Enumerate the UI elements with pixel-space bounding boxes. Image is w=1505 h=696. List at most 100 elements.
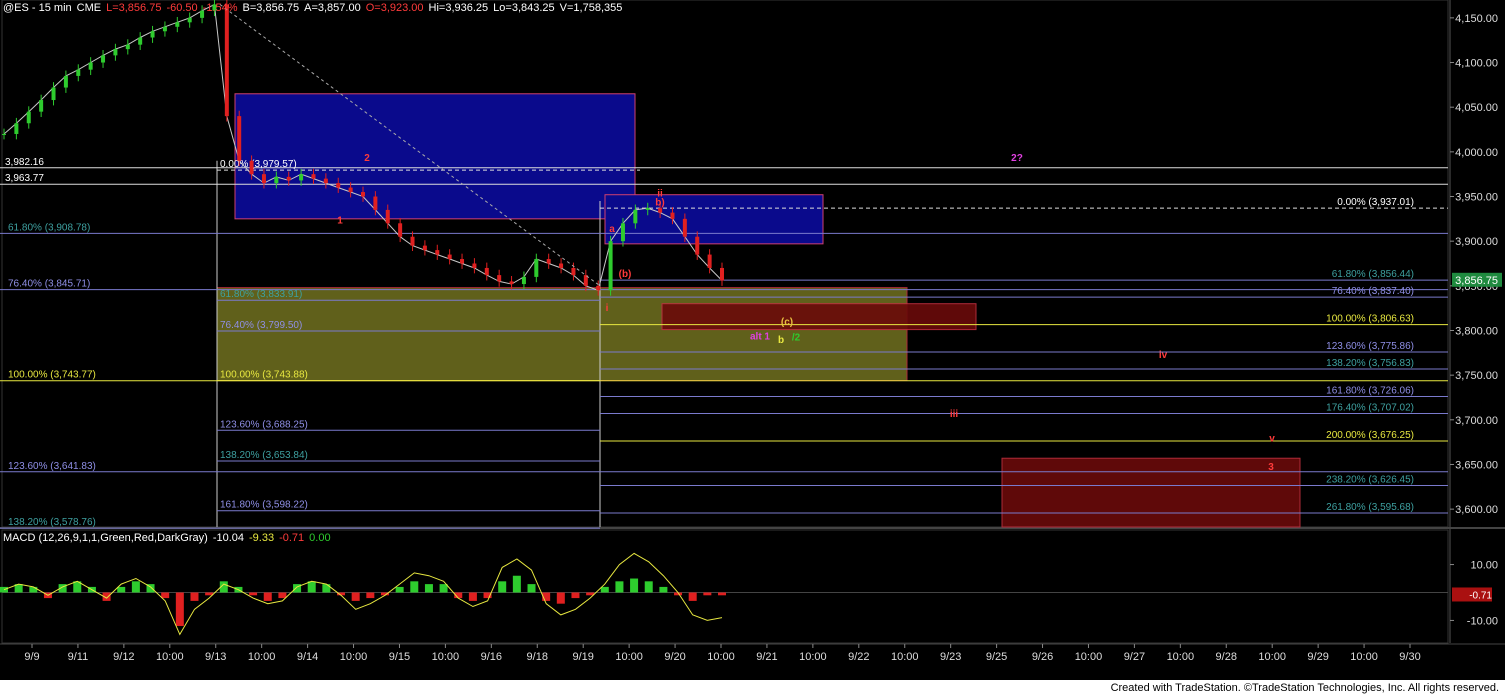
wave-label: /2 <box>792 332 801 343</box>
macd-histogram-bar <box>630 578 639 593</box>
time-tick-label: 9/18 <box>527 651 548 663</box>
time-tick-label: 10:00 <box>1167 651 1195 663</box>
macd-tick-label: 10.00 <box>1470 560 1498 572</box>
quote-header: @ES - 15 min CME L=3,856.75 -60.50 -1.54% B=3… <box>3 2 627 14</box>
macd-header: MACD (12,26,9,1,1,Green,Red,DarkGray) -10… <box>3 532 336 544</box>
price-candle-body <box>361 192 365 197</box>
fib-level-label: 238.20% (3,626.45) <box>1326 475 1414 486</box>
price-candle-body <box>695 236 700 255</box>
time-tick-label: 9/27 <box>1124 651 1145 663</box>
macd-histogram-bar <box>117 586 126 593</box>
price-candle-body <box>274 176 279 184</box>
fib-level-label: 138.20% (3,653.84) <box>220 450 308 461</box>
price-candle-body <box>323 178 328 184</box>
price-candle-body <box>633 209 638 224</box>
price-candle-body <box>645 208 650 210</box>
fib-level-label: 100.00% (3,806.63) <box>1326 314 1414 325</box>
price-candle-body <box>311 174 316 179</box>
macd-value-2: -9.33 <box>249 532 275 544</box>
wave-label: alt 1 <box>750 331 770 342</box>
price-candle-body <box>113 49 118 56</box>
wave-label: 2? <box>1011 153 1023 164</box>
time-tick-label: 10:00 <box>615 651 643 663</box>
macd-line <box>3 552 723 636</box>
fib-level-label: 61.80% (3,833.91) <box>220 289 302 300</box>
price-candle-body <box>336 183 341 188</box>
macd-histogram-bar <box>718 592 726 596</box>
macd-tick-label: -10.00 <box>1467 615 1498 627</box>
fib-level-label: 123.60% (3,775.86) <box>1326 341 1414 352</box>
time-tick-label: 9/29 <box>1307 651 1328 663</box>
macd-histogram-bar <box>410 581 419 593</box>
price-tick-label: 3,600.00 <box>1455 504 1498 516</box>
time-tick-label: 9/25 <box>986 651 1007 663</box>
price-candle-body <box>422 245 427 251</box>
price-tick-label: 4,100.00 <box>1455 58 1498 70</box>
macd-histogram-bar <box>439 584 448 593</box>
macd-histogram-bar <box>600 586 609 593</box>
price-candle-body <box>720 267 724 281</box>
macd-histogram-bar <box>703 592 712 596</box>
price-tick-label: 3,700.00 <box>1455 415 1498 427</box>
price-candle-body <box>14 123 19 134</box>
time-tick-label: 9/14 <box>297 651 318 663</box>
time-tick-label: 10:00 <box>707 651 735 663</box>
price-candle-body <box>76 69 81 76</box>
macd-histogram-bar <box>175 592 184 627</box>
time-tick-label: 9/15 <box>389 651 410 663</box>
wave-label: iv <box>1159 350 1168 361</box>
net-change: -60.50 <box>166 2 198 14</box>
exchange-label: CME <box>76 2 102 14</box>
price-candle-body <box>410 236 415 246</box>
price-candle-body <box>138 37 143 45</box>
volume: V=1,758,355 <box>559 2 623 14</box>
price-tick-label: 3,950.00 <box>1455 192 1498 204</box>
time-tick-label: 9/21 <box>756 651 777 663</box>
bid-price: B=3,856.75 <box>242 2 300 14</box>
price-candle-body <box>224 4 229 117</box>
price-candle-body <box>261 174 266 184</box>
blue-retrace-zone <box>604 194 824 245</box>
fib-level-label: 161.80% (3,726.06) <box>1326 386 1414 397</box>
wave-label: 1 <box>337 215 343 226</box>
price-candle-body <box>608 241 613 291</box>
price-candle-body <box>435 250 440 255</box>
pct-change: -1.54% <box>202 2 238 14</box>
fib-level-label: 76.40% (3,837.40) <box>1332 286 1414 297</box>
price-candle-body <box>596 285 601 291</box>
price-candle-body <box>447 254 452 260</box>
price-tick-label: 3,750.00 <box>1455 370 1498 382</box>
price-candle-body <box>125 44 130 50</box>
price-candle-body <box>534 259 539 277</box>
price-candle-body <box>398 223 403 237</box>
price-tick-label: 3,900.00 <box>1455 236 1498 248</box>
macd-histogram-bar <box>571 592 580 599</box>
price-tick-label: 4,000.00 <box>1455 147 1498 159</box>
fib-level-label: 61.80% (3,856.44) <box>1332 269 1414 280</box>
fib-level-label: 61.80% (3,908.78) <box>8 222 90 233</box>
red-target-zone <box>1001 457 1301 528</box>
yellow-support-zone <box>216 287 908 382</box>
price-candle-body <box>2 133 6 135</box>
wave-label: (c) <box>781 317 793 328</box>
fib-level-label: 123.60% (3,688.25) <box>220 419 308 430</box>
macd-histogram-bar <box>249 592 258 596</box>
fib-level-label: 100.00% (3,743.88) <box>220 370 308 381</box>
macd-histogram-bar <box>644 581 653 593</box>
chart-window: 3,982.16 3,963.77 0.00% (3,979.57) 61.80% (… <box>0 0 1505 696</box>
macd-value-tag-label: -0.71 <box>1469 590 1492 601</box>
price-candle-body <box>299 174 304 181</box>
price-candle-body <box>88 62 93 70</box>
wave-label: i <box>606 303 609 314</box>
fib-level-label: 100.00% (3,743.77) <box>8 370 96 381</box>
time-tick-label: 10:00 <box>1075 651 1103 663</box>
price-candle-body <box>658 208 663 213</box>
price-candle-body <box>460 259 465 264</box>
price-tick-label: 3,800.00 <box>1455 325 1498 337</box>
price-candle-body <box>472 263 477 268</box>
price-candle-body <box>39 100 44 112</box>
macd-histogram-bar <box>190 592 199 601</box>
time-tick-label: 9/20 <box>664 651 685 663</box>
time-tick-label: 9/22 <box>848 651 869 663</box>
wave-label: b) <box>655 197 664 208</box>
